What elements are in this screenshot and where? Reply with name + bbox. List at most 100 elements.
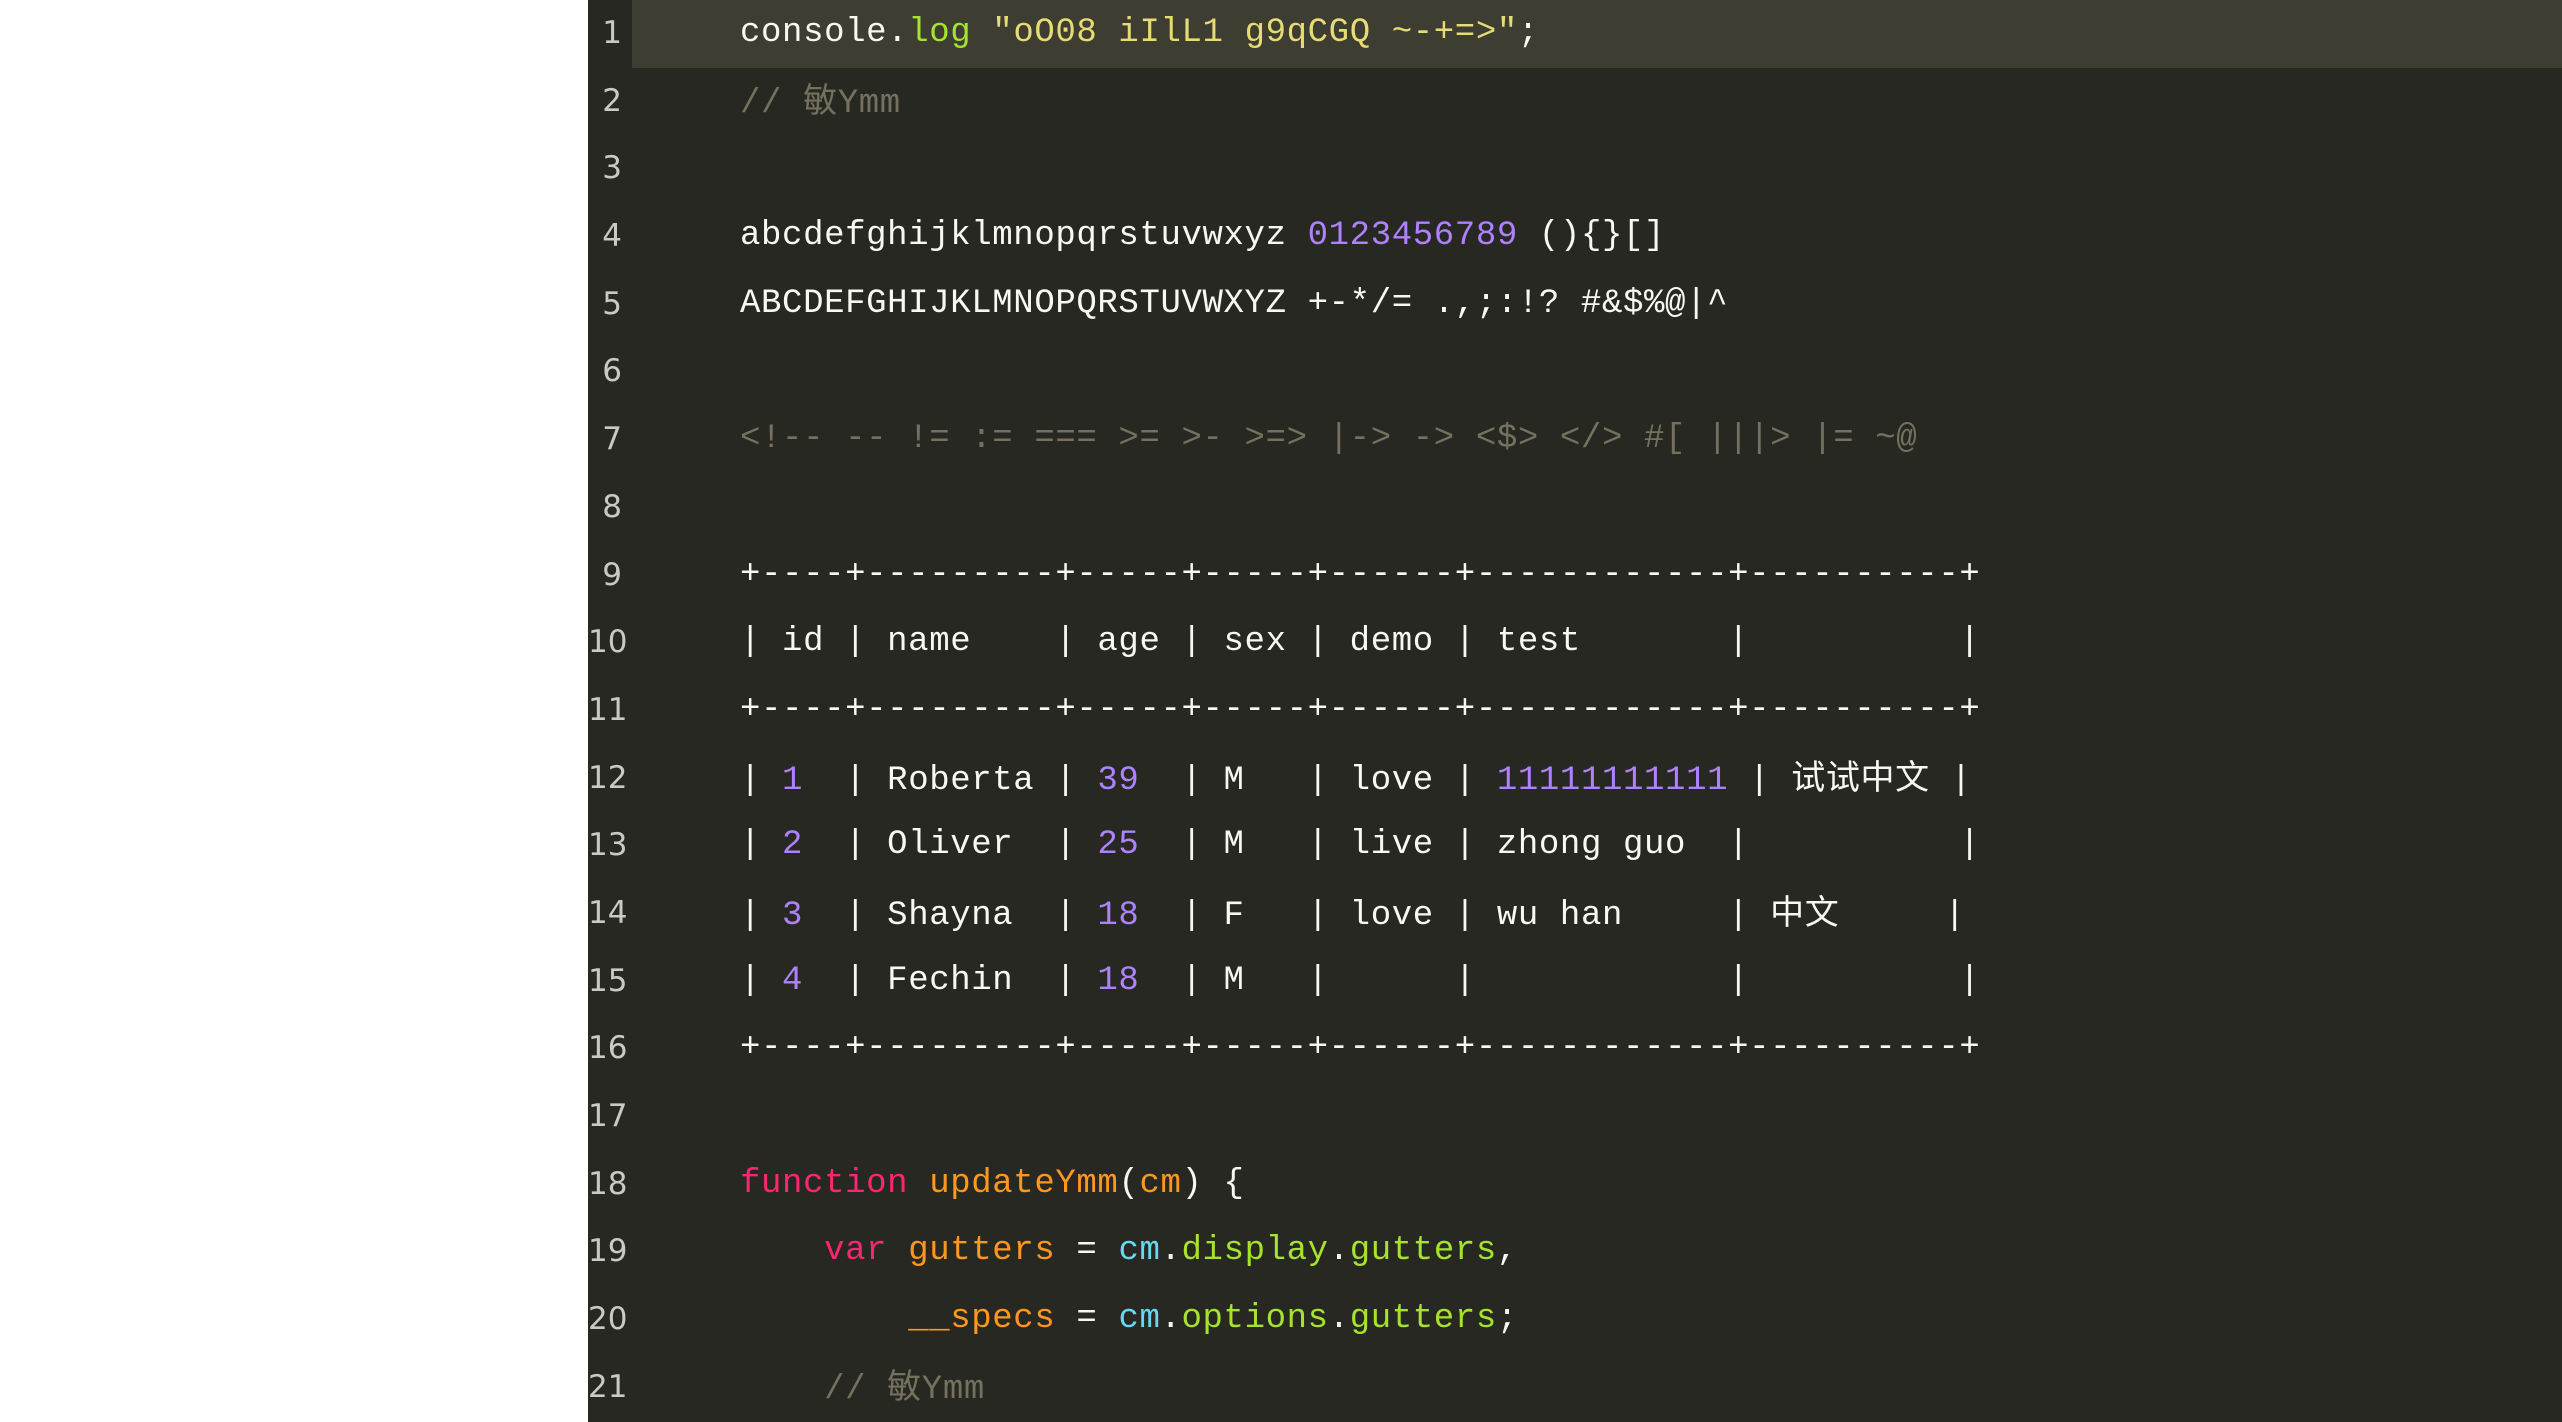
editor-line[interactable]: 20 __specs = cm.options.gutters; — [588, 1286, 2562, 1354]
token-ident: gutters — [908, 1232, 1056, 1271]
line-content[interactable]: var gutters = cm.display.gutters, — [740, 1218, 1518, 1286]
token-plain: | — [740, 896, 783, 935]
line-number: 5 — [602, 285, 622, 322]
line-number: 19 — [588, 1233, 628, 1270]
line-content[interactable]: // 敏Ymm — [740, 1354, 985, 1422]
token-number: 3 — [782, 896, 804, 935]
token-plain: | — [1728, 761, 1792, 800]
code-editor[interactable]: 1 console.log "oO08 iIlL1 g9qCGQ ~-+=>"; 2… — [588, 0, 2562, 1422]
editor-line[interactable]: 7 <!-- -- != := === >= >- >=> |-> -> <$> … — [588, 406, 2562, 474]
token-plain: +----+---------+-----+-----+------+-----… — [740, 555, 1981, 594]
token-op: = — [1055, 1300, 1119, 1339]
token-prop: options — [1181, 1300, 1329, 1339]
line-content[interactable]: function updateYmm(cm) { — [740, 1151, 1245, 1219]
editor-line[interactable]: 17 — [588, 1083, 2562, 1151]
token-plain: | M | live | zhong guo | | — [1139, 826, 1981, 865]
line-content[interactable]: | 2 | Oliver | 25 | M | live | zhong guo… — [740, 812, 1980, 880]
token-punct: , — [1496, 1232, 1518, 1271]
line-number: 9 — [602, 556, 622, 593]
token-plain: ABCDEFGHIJKLMNOPQRSTUVWXYZ +-*/= .,;:!? … — [740, 284, 1729, 323]
editor-lines[interactable]: 1 console.log "oO08 iIlL1 g9qCGQ ~-+=>"; 2… — [588, 0, 2562, 1421]
editor-line[interactable]: 11 +----+---------+-----+-----+------+---… — [588, 677, 2562, 745]
token-plain: abcdefghijklmnopqrstuvwxyz — [740, 217, 1308, 256]
editor-line[interactable]: 13 | 2 | Oliver | 25 | M | live | zhong g… — [588, 812, 2562, 880]
line-content[interactable]: +----+---------+-----+-----+------+-----… — [740, 677, 1980, 745]
token-punct: ) { — [1181, 1164, 1245, 1203]
line-content[interactable]: +----+---------+-----+-----+------+-----… — [740, 542, 1980, 610]
editor-line[interactable]: 8 — [588, 474, 2562, 542]
token-keyword: var — [824, 1232, 888, 1271]
editor-line[interactable]: 9 +----+---------+-----+-----+------+----… — [588, 542, 2562, 610]
line-content[interactable]: | id | name | age | sex | demo | test | … — [740, 609, 1980, 677]
line-content[interactable]: __specs = cm.options.gutters; — [740, 1286, 1518, 1354]
line-content[interactable]: ABCDEFGHIJKLMNOPQRSTUVWXYZ +-*/= .,;:!? … — [740, 271, 1728, 339]
line-number: 11 — [588, 691, 628, 728]
token-param: cm — [1118, 1232, 1161, 1271]
token-plain: | — [740, 761, 783, 800]
token-plain: | — [1929, 761, 1972, 800]
token-punct: . — [1160, 1300, 1182, 1339]
editor-line[interactable]: 19 var gutters = cm.display.gutters, — [588, 1218, 2562, 1286]
token-punct: . — [1328, 1232, 1350, 1271]
token-plain: (){}[] — [1517, 217, 1666, 256]
token-keyword: function — [740, 1164, 909, 1203]
token-number: 0123456789 — [1307, 217, 1518, 256]
token-number: 18 — [1097, 896, 1140, 935]
line-content[interactable]: | 3 | Shayna | 18 | F | love | wu han | … — [740, 880, 1966, 951]
editor-line[interactable]: 15 | 4 | Fechin | 18 | M | | | | — [588, 948, 2562, 1016]
token-plain: | Roberta | — [803, 761, 1098, 800]
editor-line[interactable]: 14 | 3 | Shayna | 18 | F | love | wu han … — [588, 880, 2562, 948]
token-plain: ; — [1517, 14, 1539, 52]
line-content[interactable]: | 4 | Fechin | 18 | M | | | | — [740, 948, 1980, 1016]
line-number: 21 — [588, 1368, 628, 1405]
editor-line[interactable]: 10 | id | name | age | sex | demo | test … — [588, 609, 2562, 677]
line-content[interactable]: <!-- -- != := === >= >- >=> |-> -> <$> <… — [740, 406, 1917, 474]
editor-line[interactable]: 18 function updateYmm(cm) { — [588, 1151, 2562, 1219]
line-number: 18 — [588, 1165, 628, 1202]
line-number: 20 — [588, 1301, 628, 1338]
line-number: 1 — [602, 15, 622, 51]
token-plain: 中文 — [1770, 892, 1840, 933]
token-number: 18 — [1097, 961, 1140, 1000]
line-content[interactable]: console.log "oO08 iIlL1 g9qCGQ ~-+=>"; — [740, 0, 1539, 68]
line-number: 2 — [602, 82, 622, 119]
token-plain: 试试中文 — [1791, 757, 1930, 798]
line-content[interactable]: abcdefghijklmnopqrstuvwxyz 0123456789 ()… — [740, 203, 1665, 271]
token-comment: 敏 — [803, 80, 838, 121]
token-number: 39 — [1097, 761, 1140, 800]
token-ident: updateYmm — [929, 1164, 1119, 1203]
line-content[interactable]: // 敏Ymm — [740, 68, 901, 139]
token-comment: Ymm — [921, 1370, 985, 1409]
line-number: 13 — [588, 827, 628, 864]
token-number: 1 — [782, 761, 804, 800]
editor-line[interactable]: 3 — [588, 135, 2562, 203]
editor-line[interactable]: 21 // 敏Ymm — [588, 1354, 2562, 1422]
token-op: = — [1055, 1232, 1119, 1271]
line-number: 16 — [588, 1030, 628, 1067]
editor-line[interactable]: 6 — [588, 338, 2562, 406]
editor-line[interactable]: 5 ABCDEFGHIJKLMNOPQRSTUVWXYZ +-*/= .,;:!?… — [588, 271, 2562, 339]
line-content[interactable]: +----+---------+-----+-----+------+-----… — [740, 1015, 1980, 1083]
screen: 1 console.log "oO08 iIlL1 g9qCGQ ~-+=>"; 2… — [0, 0, 2562, 1422]
editor-line[interactable]: 4 abcdefghijklmnopqrstuvwxyz 0123456789 (… — [588, 203, 2562, 271]
editor-line[interactable]: 2 // 敏Ymm — [588, 68, 2562, 136]
token-comment: // — [824, 1370, 888, 1409]
token-punct: ; — [1496, 1300, 1518, 1339]
editor-line[interactable]: 1 console.log "oO08 iIlL1 g9qCGQ ~-+=>"; — [588, 0, 2562, 68]
line-content[interactable]: | 1 | Roberta | 39 | M | love | 11111111… — [740, 745, 1972, 816]
token-number: 25 — [1097, 826, 1140, 865]
line-number: 3 — [602, 150, 622, 187]
editor-line[interactable]: 12 | 1 | Roberta | 39 | M | love | 111111… — [588, 745, 2562, 813]
line-number: 8 — [602, 488, 622, 525]
editor-line[interactable]: 16 +----+---------+-----+-----+------+---… — [588, 1015, 2562, 1083]
token-param: cm — [1118, 1300, 1161, 1339]
token-plain: | F | love | wu han | — [1139, 896, 1771, 935]
line-number: 15 — [588, 962, 628, 999]
token-plain: | M | | | | — [1139, 961, 1981, 1000]
token-plain: | id | name | age | sex | demo | test | … — [740, 623, 1981, 662]
